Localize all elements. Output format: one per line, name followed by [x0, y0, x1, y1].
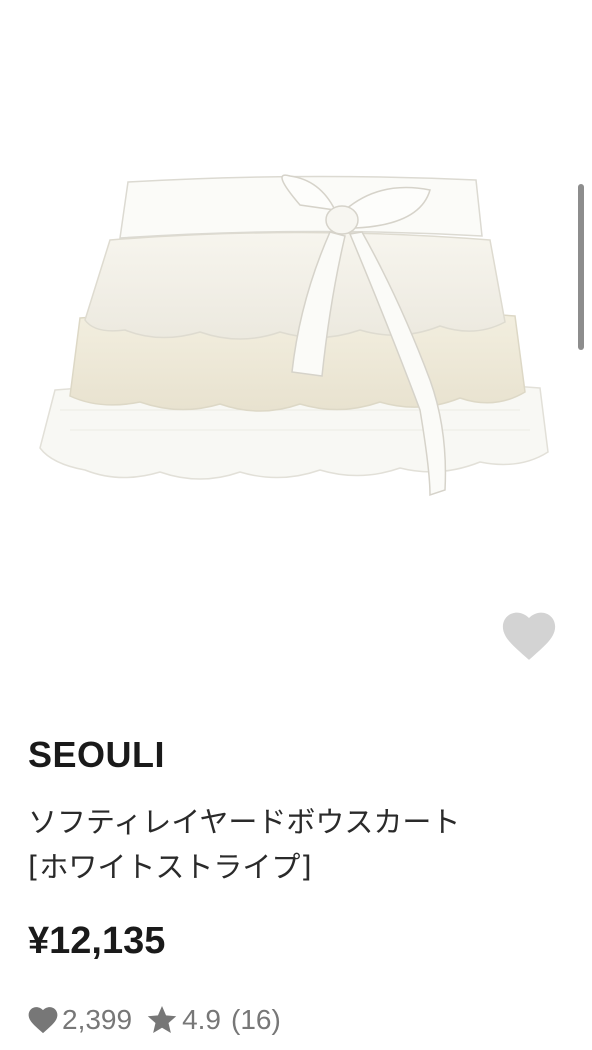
product-price: ¥12,135: [28, 920, 166, 962]
product-stats: 2,399 4.9 (16): [28, 998, 281, 1042]
heart-icon: [502, 612, 556, 660]
product-title-line1: ソフティレイヤードボウスカート: [28, 805, 461, 839]
favorite-button[interactable]: [498, 608, 560, 664]
scrollbar[interactable]: [578, 184, 584, 350]
rating-value: 4.9: [182, 1004, 222, 1035]
product-title-line2: [ホワイトストライプ]: [28, 850, 312, 884]
skirt-illustration: [39, 174, 549, 497]
product-image[interactable]: [0, 0, 592, 700]
product-title: ソフティレイヤードボウスカート [ホワイトストライプ]: [28, 800, 568, 890]
heart-icon: [28, 1006, 58, 1034]
star-icon: [146, 1005, 178, 1035]
review-count[interactable]: (16): [231, 1004, 281, 1036]
likes-count: 2,399: [62, 1004, 133, 1035]
brand-name[interactable]: SEOULI: [28, 734, 165, 776]
